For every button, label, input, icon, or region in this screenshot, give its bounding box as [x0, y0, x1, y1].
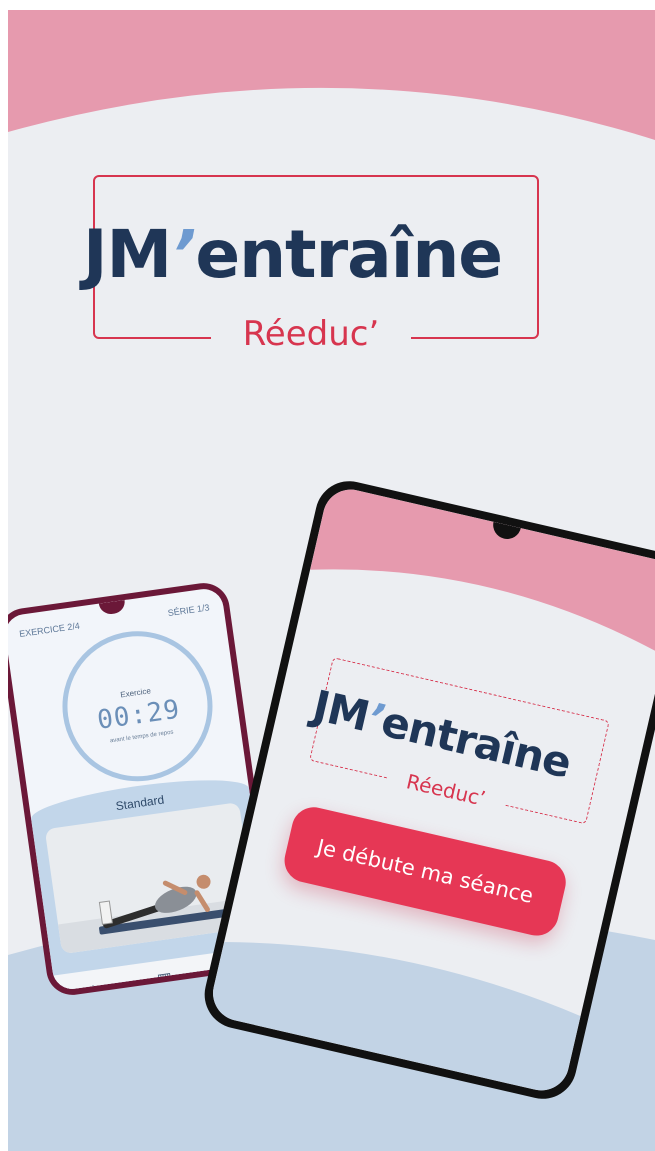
- logo-entraine: entraîne: [195, 216, 503, 293]
- timer-ring: Exercice 00:29 avant le temps de repos: [52, 621, 223, 791]
- logo-subtitle: Réeduc’: [242, 314, 380, 354]
- logo-apostrophe: ’: [171, 216, 196, 293]
- home-icon[interactable]: ⌂: [80, 977, 107, 992]
- logo-jm: JM: [83, 216, 172, 293]
- promo-screen: JM’entraîne Réeduc’ EXERCICE 2/4 SÉRIE 1…: [8, 10, 655, 1151]
- exercise-counter: EXERCICE 2/4: [18, 620, 81, 639]
- app-logo: JM’entraîne Réeduc’: [83, 175, 553, 354]
- top-pink-wave: [8, 10, 655, 140]
- set-counter: SÉRIE 1/3: [167, 602, 211, 619]
- logo-wordmark: JM’entraîne: [83, 215, 553, 295]
